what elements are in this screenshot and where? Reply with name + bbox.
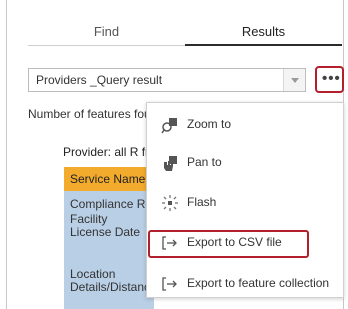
zoom-to-icon <box>161 116 179 134</box>
menu-label: Flash <box>187 195 217 209</box>
layer-select[interactable]: Providers _Query result <box>28 68 306 92</box>
menu-item-export-csv[interactable]: Export to CSV file <box>147 225 343 261</box>
menu-item-zoom-to[interactable]: Zoom to <box>147 107 343 143</box>
menu-item-export-feature-collection[interactable]: Export to feature collection <box>147 266 343 302</box>
field-compliance: Compliance Re <box>70 198 152 211</box>
dropdown-caret[interactable] <box>283 69 305 91</box>
card-header: Service Name: / <box>64 167 154 191</box>
menu-item-flash[interactable]: Flash <box>147 185 343 221</box>
menu-label: Pan to <box>187 155 222 169</box>
more-horizontal-icon: ••• <box>322 70 341 87</box>
menu-label: Zoom to <box>187 117 232 131</box>
provider-label: Provider: all R frie <box>63 145 153 159</box>
export-icon <box>161 234 179 252</box>
menu-label: Export to feature collection <box>187 276 330 290</box>
feature-count-text: Number of features fou <box>28 107 151 121</box>
export-icon <box>161 275 179 293</box>
layer-select-value: Providers _Query result <box>36 73 163 87</box>
tab-find[interactable]: Find <box>28 22 185 46</box>
chevron-down-icon <box>291 78 299 83</box>
flash-icon <box>161 194 179 212</box>
field-location-details: Location Details/Distanc <box>70 268 151 294</box>
menu-item-pan-to[interactable]: Pan to <box>147 145 343 181</box>
tab-bar: Find Results <box>28 22 342 46</box>
more-options-button[interactable]: ••• <box>315 66 344 93</box>
feature-card[interactable]: Service Name: / Compliance Re Facility L… <box>64 167 154 309</box>
options-menu: Zoom to Pan to Flash Export to CSV file … <box>146 102 344 298</box>
field-facility-license-date: Facility License Date <box>70 213 141 239</box>
tab-results[interactable]: Results <box>185 22 342 46</box>
pan-to-icon <box>161 154 179 172</box>
menu-label: Export to CSV file <box>187 235 282 249</box>
